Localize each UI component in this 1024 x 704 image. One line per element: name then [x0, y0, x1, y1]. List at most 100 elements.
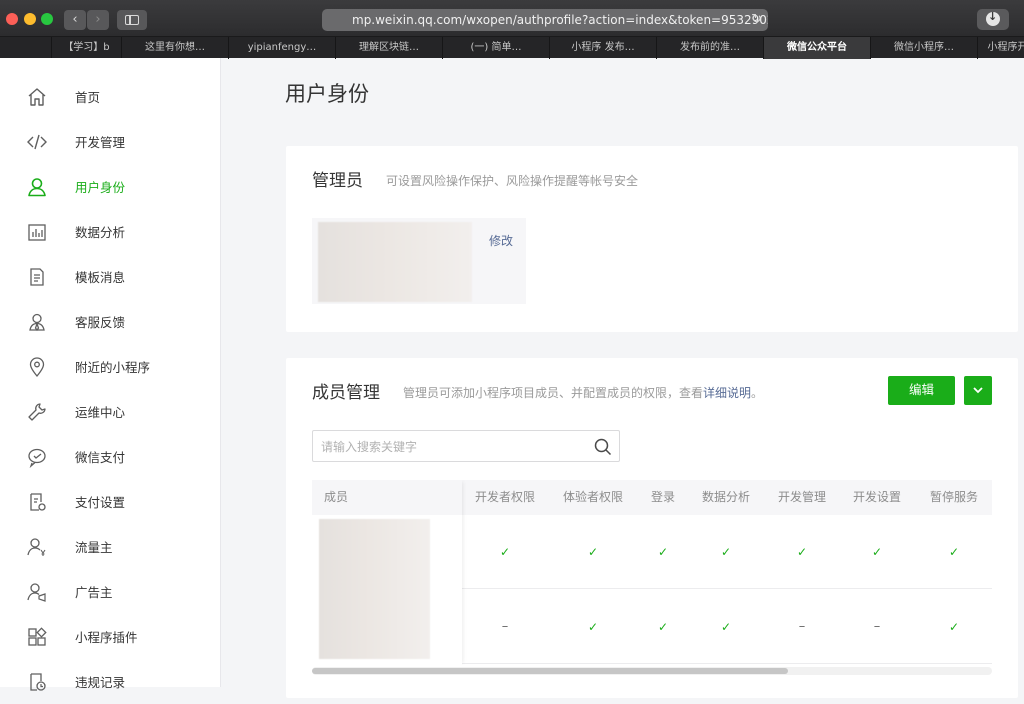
sidebar-item[interactable]: 数据分析	[0, 209, 220, 254]
forward-button[interactable]: ›	[87, 10, 109, 30]
more-options-button[interactable]	[964, 376, 992, 405]
members-description: 管理员可添加小程序项目成员、并配置成员的权限，查看详细说明。	[403, 384, 763, 401]
permission-check-icon: ✓	[587, 545, 599, 559]
search-icon[interactable]	[593, 437, 613, 457]
members-table: 开发者权限 体验者权限 登录 数据分析 开发管理 开发设置 暂停服务 ✓ ✓ ✓ ✓ ✓ ✓ ✓ – ✓ ✓ ✓…	[312, 480, 992, 665]
admin-description: 可设置风险操作保护、风险操作提醒等帐号安全	[386, 174, 639, 188]
back-button[interactable]: ‹	[64, 10, 86, 30]
browser-tab[interactable]: 微信小程序…	[871, 37, 978, 59]
sidebar-item[interactable]: 首页	[0, 74, 220, 119]
sidebar-item-label: 开发管理	[75, 135, 126, 150]
sidebar-item-label: 支付设置	[75, 495, 126, 510]
sidebar-item[interactable]: 支付设置	[0, 479, 220, 524]
admin-profile: 修改	[312, 218, 526, 304]
permission-check-icon: ✓	[499, 545, 511, 559]
reload-icon[interactable]: ↻	[751, 9, 762, 31]
scrollbar-thumb[interactable]	[312, 668, 788, 674]
browser-tab[interactable]: 小程序 发布…	[550, 37, 657, 59]
sidebar-icon	[125, 15, 139, 25]
browser-sidebar-toggle-button[interactable]	[117, 10, 147, 30]
sidebar-item[interactable]: 运维中心	[0, 389, 220, 434]
bar-chart-icon	[26, 221, 48, 243]
permission-check-icon: ✓	[871, 545, 883, 559]
permission-none-icon: –	[873, 619, 881, 634]
browser-titlebar: ‹ › mp.weixin.qq.com/wxopen/authprofile?…	[0, 0, 1024, 36]
search-input[interactable]	[321, 437, 581, 457]
details-link[interactable]: 详细说明	[703, 386, 751, 400]
edit-button[interactable]: 编辑	[888, 376, 955, 405]
browser-tab[interactable]: 这里有你想…	[122, 37, 229, 59]
customer-service-icon	[26, 311, 48, 333]
sidebar-item[interactable]: 模板消息	[0, 254, 220, 299]
sidebar-item[interactable]: 附近的小程序	[0, 344, 220, 389]
members-description-suffix: 。	[751, 386, 764, 400]
column-header-member: 成员	[324, 490, 349, 504]
column-header: 暂停服务	[929, 490, 978, 504]
browser-tab[interactable]: 【学习】b	[52, 37, 122, 59]
close-window-button[interactable]	[6, 13, 18, 25]
sidebar-item[interactable]: 流量主	[0, 524, 220, 569]
sidebar-item-label: 运维中心	[75, 405, 126, 420]
plugin-icon	[26, 626, 48, 648]
download-icon	[986, 10, 1000, 26]
permission-check-icon: ✓	[720, 620, 732, 634]
home-icon	[26, 86, 48, 108]
member-column: 成员	[312, 480, 462, 665]
sidebar-item-label: 模板消息	[75, 270, 126, 285]
sidebar-item[interactable]: 用户身份	[0, 164, 220, 209]
sidebar-item[interactable]: 客服反馈	[0, 299, 220, 344]
member-search	[312, 430, 620, 462]
admin-avatar	[318, 222, 472, 302]
downloads-button[interactable]	[977, 9, 1009, 30]
sidebar-item-label: 首页	[75, 90, 101, 105]
app: 首页 开发管理 用户身份 数据分析 模板消息 客服反馈 附近的小程序 运维中心 微信支付 支付设置…	[0, 58, 1024, 698]
browser-tab[interactable]: 发布前的准…	[657, 37, 764, 59]
sidebar-item-label: 客服反馈	[75, 315, 126, 330]
document-icon	[26, 266, 48, 288]
permission-check-icon: ✓	[657, 545, 669, 559]
advertiser-icon	[26, 581, 48, 603]
browser-tab[interactable]: 理解区块链…	[336, 37, 443, 59]
permission-check-icon: ✓	[587, 620, 599, 634]
permission-check-icon: ✓	[948, 545, 960, 559]
chevron-down-icon	[973, 387, 983, 394]
traffic-owner-icon	[26, 536, 48, 558]
permission-check-icon: ✓	[796, 545, 808, 559]
location-pin-icon	[26, 356, 48, 378]
modify-admin-link[interactable]: 修改	[489, 232, 513, 249]
browser-tab[interactable]: (一) 简单…	[443, 37, 550, 59]
sidebar-item-label: 小程序插件	[75, 630, 138, 645]
members-card: 成员管理 管理员可添加小程序项目成员、并配置成员的权限，查看详细说明。 编辑 开…	[286, 358, 1018, 698]
main-content: 用户身份 管理员 可设置风险操作保护、风险操作提醒等帐号安全 修改 成员管理 管…	[221, 58, 1024, 698]
sidebar-item[interactable]: 开发管理	[0, 119, 220, 164]
sidebar: 首页开发管理用户身份数据分析模板消息客服反馈附近的小程序 运维中心微信支付支付设置…	[0, 58, 221, 691]
horizontal-scrollbar[interactable]	[312, 667, 992, 675]
browser-tab[interactable]: 微信公众平台	[764, 37, 871, 59]
minimize-window-button[interactable]	[24, 13, 36, 25]
browser-tab[interactable]: 小程序开	[978, 37, 1024, 59]
browser-tab[interactable]: yipianfengy…	[229, 37, 336, 59]
address-bar-url: mp.weixin.qq.com/wxopen/authprofile?acti…	[352, 13, 768, 27]
permission-check-icon: ✓	[948, 620, 960, 634]
sidebar-item-label: 流量主	[75, 540, 113, 555]
page-title: 用户身份	[285, 82, 369, 106]
members-title: 成员管理	[312, 383, 380, 403]
payment-settings-icon	[26, 491, 48, 513]
sidebar-item[interactable]: 广告主	[0, 569, 220, 614]
sidebar-item-label: 数据分析	[75, 225, 126, 240]
permission-none-icon: –	[501, 619, 509, 634]
zoom-window-button[interactable]	[41, 13, 53, 25]
address-bar[interactable]: mp.weixin.qq.com/wxopen/authprofile?acti…	[322, 9, 768, 31]
sidebar-item-label: 用户身份	[75, 180, 126, 195]
permission-none-icon: –	[798, 619, 806, 634]
sidebar-item-label: 违规记录	[75, 675, 126, 690]
sidebar-item[interactable]: 微信支付	[0, 434, 220, 479]
sidebar-item[interactable]: 违规记录	[0, 659, 220, 704]
permission-check-icon: ✓	[720, 545, 732, 559]
member-avatars	[319, 519, 430, 659]
sidebar-item[interactable]: 小程序插件	[0, 614, 220, 659]
members-description-text: 管理员可添加小程序项目成员、并配置成员的权限，查看	[403, 386, 704, 400]
browser-tab[interactable]	[0, 37, 52, 59]
sidebar-item-label: 附近的小程序	[75, 360, 151, 375]
sidebar-item-label: 广告主	[75, 585, 113, 600]
